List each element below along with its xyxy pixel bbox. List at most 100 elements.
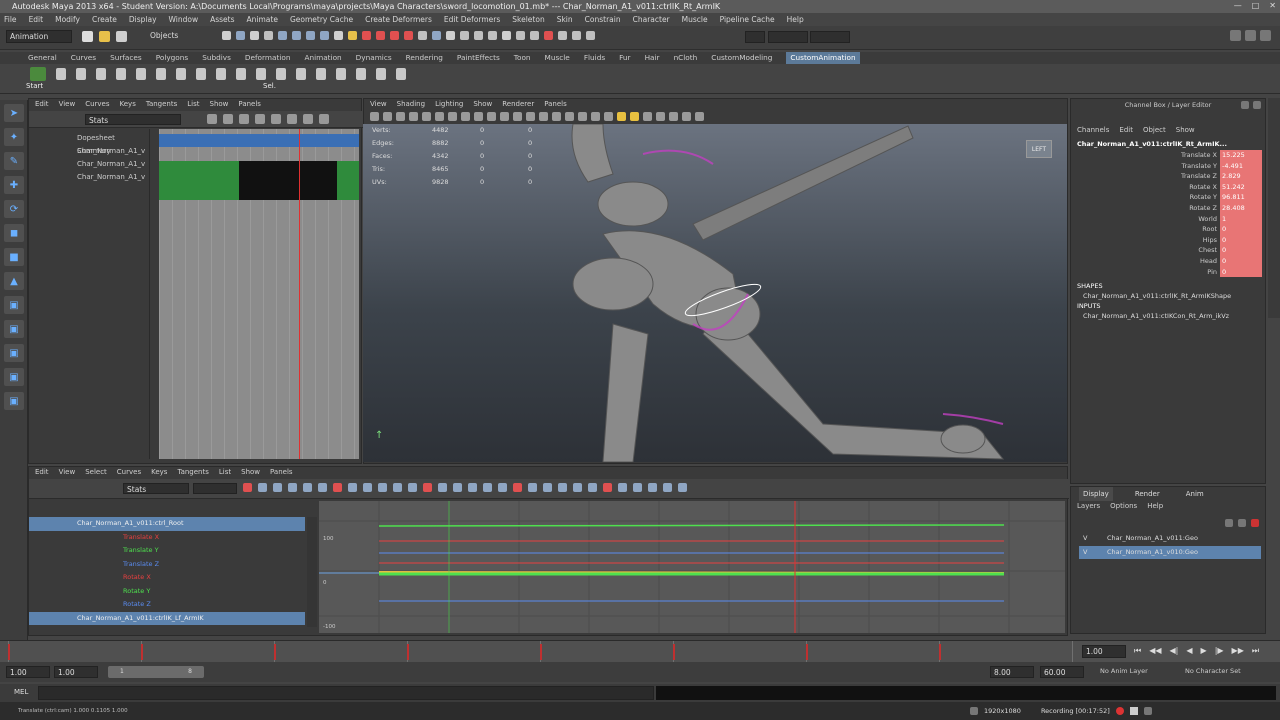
view-cube[interactable]: LEFT (1026, 140, 1052, 158)
graph-editor-menu-list[interactable]: List (219, 467, 231, 478)
graph-tool-icon[interactable] (273, 483, 282, 492)
graph-tool-icon[interactable] (498, 483, 507, 492)
channel-attribute-row[interactable]: Hips 0 (1071, 234, 1262, 246)
menu-constrain[interactable]: Constrain (585, 13, 621, 26)
go-to-start-icon[interactable]: ⏮ (1134, 646, 1141, 656)
maximize-icon[interactable]: □ (1252, 1, 1260, 10)
status-tool-icon[interactable] (558, 31, 567, 40)
status-tool-icon[interactable] (348, 31, 357, 40)
viewport-tool-icon[interactable] (370, 112, 379, 121)
shelf-tab-painteffects[interactable]: PaintEffects (457, 52, 500, 64)
channel-attribute-value[interactable]: 0 (1220, 255, 1262, 267)
graph-tool-icon[interactable] (633, 483, 642, 492)
dopesheet-menu-keys[interactable]: Keys (120, 99, 136, 110)
select-tool-icon[interactable]: ➤ (4, 104, 24, 122)
layer-menu-layers[interactable]: Layers (1077, 501, 1100, 512)
shelf-tool-icon[interactable] (376, 68, 386, 80)
graph-tool-icon[interactable] (468, 483, 477, 492)
shelf-tab-toon[interactable]: Toon (514, 52, 531, 64)
dopesheet-summary-row[interactable]: Dopesheet Summary (29, 132, 149, 155)
viewport-tool-icon[interactable] (565, 112, 574, 121)
command-input[interactable] (38, 686, 654, 700)
tool-settings-toggle-icon[interactable] (1260, 30, 1271, 41)
status-tool-icon[interactable] (544, 31, 553, 40)
graph-editor-menu-edit[interactable]: Edit (35, 467, 49, 478)
shelf-tool-icon[interactable] (216, 68, 226, 80)
channel-attribute-row[interactable]: Rotate X 51.242 (1071, 181, 1262, 193)
layout-outliner-icon[interactable]: ▣ (4, 392, 24, 410)
playback-start-field[interactable]: 1.00 (54, 666, 98, 678)
channel-box-toggle-icon[interactable] (1230, 30, 1241, 41)
channel-box-option-icon[interactable] (1241, 101, 1249, 109)
menu-animate[interactable]: Animate (247, 13, 278, 26)
shelf-tab-custommodeling[interactable]: CustomModeling (711, 52, 772, 64)
viewport-menu-renderer[interactable]: Renderer (502, 99, 534, 110)
viewport-tool-icon[interactable] (643, 112, 652, 121)
mode-dropdown[interactable]: Animation (6, 30, 72, 43)
viewport-tool-icon[interactable] (526, 112, 535, 121)
numeric-input[interactable] (745, 31, 765, 43)
viewport-tool-icon[interactable] (578, 112, 587, 121)
layer-visibility-toggle[interactable]: V (1079, 546, 1107, 559)
close-icon[interactable]: ✕ (1269, 1, 1276, 10)
graph-tool-icon[interactable] (678, 483, 687, 492)
shelf-tab-customanimation[interactable]: CustomAnimation (786, 52, 860, 64)
shelf-tab-dynamics[interactable]: Dynamics (356, 52, 392, 64)
viewport-tool-icon[interactable] (669, 112, 678, 121)
status-tool-icon[interactable] (236, 31, 245, 40)
dopesheet-menu-edit[interactable]: Edit (35, 99, 49, 110)
shelf-tool-icon[interactable] (256, 68, 266, 80)
status-tool-icon[interactable] (320, 31, 329, 40)
shelf-tab-muscle[interactable]: Muscle (545, 52, 570, 64)
shelf-tool-icon[interactable] (76, 68, 86, 80)
viewport-tool-icon[interactable] (461, 112, 470, 121)
graph-outliner-item[interactable]: Translate X (29, 531, 305, 545)
graph-tool-icon[interactable] (618, 483, 627, 492)
graph-outliner-item[interactable]: Rotate Y (29, 585, 305, 599)
layer-visibility-toggle[interactable]: V (1079, 532, 1107, 545)
viewport-tool-icon[interactable] (513, 112, 522, 121)
status-tool-icon[interactable] (488, 31, 497, 40)
viewport-tool-icon[interactable] (552, 112, 561, 121)
channel-box-menu-edit[interactable]: Edit (1119, 125, 1133, 136)
menu-help[interactable]: Help (787, 13, 804, 26)
paint-tool-icon[interactable]: ✎ (4, 152, 24, 170)
channel-attribute-row[interactable]: Pin 0 (1071, 266, 1262, 278)
shelf-tool-icon[interactable] (316, 68, 326, 80)
graph-tool-icon[interactable] (483, 483, 492, 492)
viewport-menu-shading[interactable]: Shading (397, 99, 425, 110)
numeric-input-2[interactable] (768, 31, 808, 43)
menu-geometry-cache[interactable]: Geometry Cache (290, 13, 353, 26)
shelf-tool-icon[interactable] (116, 68, 126, 80)
universal-manip-icon[interactable]: ■ (4, 248, 24, 266)
shelf-tool-icon[interactable] (356, 68, 366, 80)
graph-outliner-item[interactable]: Rotate Z (29, 598, 305, 612)
layer-menu-help[interactable]: Help (1147, 501, 1163, 512)
graph-tool-icon[interactable] (423, 483, 432, 492)
dopesheet-tool-icon[interactable] (319, 114, 329, 124)
channel-attribute-row[interactable]: Rotate Y 96.811 (1071, 192, 1262, 203)
shelf-tool-icon[interactable] (236, 68, 246, 80)
graph-tool-icon[interactable] (363, 483, 372, 492)
sel-shelf-label[interactable]: Sel. (263, 82, 276, 90)
new-scene-icon[interactable] (82, 31, 93, 42)
layer-tab-display[interactable]: Display (1079, 487, 1113, 501)
channel-attribute-row[interactable]: Head 0 (1071, 255, 1262, 267)
shelf-tool-icon[interactable] (336, 68, 346, 80)
graph-editor-menu-keys[interactable]: Keys (151, 467, 167, 478)
current-time-field[interactable]: 1.00 (1082, 645, 1126, 658)
status-tool-icon[interactable] (250, 31, 259, 40)
graph-tool-icon[interactable] (288, 483, 297, 492)
channel-attribute-value[interactable]: -4.491 (1220, 160, 1262, 172)
menu-file[interactable]: File (4, 13, 17, 26)
dopesheet-tool-icon[interactable] (303, 114, 313, 124)
graph-outliner-item[interactable]: Translate Y (29, 544, 305, 558)
status-tool-icon[interactable] (502, 31, 511, 40)
layer-item[interactable]: V Char_Norman_A1_v010:Geo (1079, 546, 1261, 559)
shelf-tab-animation[interactable]: Animation (304, 52, 341, 64)
status-tool-icon[interactable] (432, 31, 441, 40)
graph-tool-icon[interactable] (648, 483, 657, 492)
stats-field[interactable]: Stats (85, 114, 181, 125)
graph-area[interactable] (319, 501, 1065, 633)
layout-two-icon[interactable]: ▣ (4, 344, 24, 362)
